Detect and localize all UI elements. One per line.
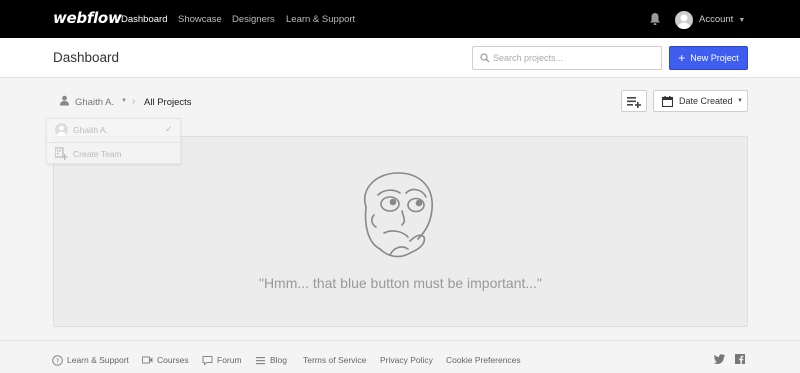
dropdown-item-user[interactable]: Ghaith A. ✓ [47,119,180,141]
search-box[interactable] [472,46,662,70]
twitter-icon[interactable] [714,354,725,364]
sort-dropdown[interactable]: Date Created ▼ [653,90,748,112]
account-label: Account [699,14,733,25]
nav-designers[interactable]: Designers [232,14,275,25]
help-circle-icon: ? [52,355,63,366]
team-add-icon [55,147,68,160]
footer-privacy[interactable]: Privacy Policy [380,355,433,365]
footer-cookies[interactable]: Cookie Preferences [446,355,521,365]
breadcrumb-user[interactable]: Ghaith A. [75,97,114,108]
account-menu[interactable]: Account ▼ [699,14,745,25]
dropdown-item-create-team[interactable]: Create Team [47,142,180,164]
footer-forum[interactable]: Forum [217,355,242,365]
footer-link-label: Courses [157,355,189,365]
bell-icon[interactable] [648,12,662,26]
caret-down-icon[interactable]: ▼ [121,98,127,104]
webflow-logo[interactable]: webflow [53,9,122,27]
empty-state-message: "Hmm... that blue button must be importa… [54,275,747,291]
footer: ? Learn & Support Courses Forum Blog Ter… [0,340,800,373]
facebook-icon[interactable] [735,354,745,364]
check-icon: ✓ [165,124,173,135]
svg-text:?: ? [56,357,60,365]
breadcrumb-current: All Projects [144,97,192,108]
nav-dashboard[interactable]: Dashboard [121,14,167,25]
courses-icon [142,355,153,366]
header-bar: Dashboard + New Project [0,38,800,78]
thinking-face-illustration [354,167,444,267]
avatar[interactable] [675,11,693,29]
footer-courses[interactable]: Courses [157,355,189,365]
new-project-button[interactable]: + New Project [669,46,748,70]
footer-link-label: Forum [217,355,242,365]
avatar-icon [55,123,68,136]
chevron-down-icon: ▼ [738,17,745,24]
search-icon [480,53,490,63]
account-dropdown-menu: Ghaith A. ✓ Create Team [46,118,181,164]
sort-label: Date Created [679,96,733,106]
search-input[interactable] [493,50,657,66]
footer-link-label: Learn & Support [67,355,129,365]
list-icon [255,355,266,366]
calendar-icon [662,96,673,107]
chat-bubble-icon [202,355,213,366]
footer-blog[interactable]: Blog [270,355,287,365]
dropdown-item-label: Ghaith A. [73,125,108,135]
new-project-label: New Project [690,53,739,63]
footer-terms[interactable]: Terms of Service [303,355,366,365]
page-title: Dashboard [53,50,119,65]
user-icon [59,95,70,106]
empty-state-panel: "Hmm... that blue button must be importa… [53,136,748,327]
chevron-right-icon: › [132,96,135,107]
caret-down-icon: ▼ [737,98,743,104]
dropdown-item-label: Create Team [73,149,122,159]
sort-list-icon [627,96,642,108]
footer-learn-support[interactable]: ? Learn & Support [67,355,129,365]
footer-link-label: Blog [270,355,287,365]
nav-showcase[interactable]: Showcase [178,14,222,25]
top-navbar: webflow Dashboard Showcase Designers Lea… [0,0,800,38]
nav-learn-support[interactable]: Learn & Support [286,14,355,25]
plus-icon: + [678,51,685,65]
sort-order-button[interactable] [621,90,647,112]
